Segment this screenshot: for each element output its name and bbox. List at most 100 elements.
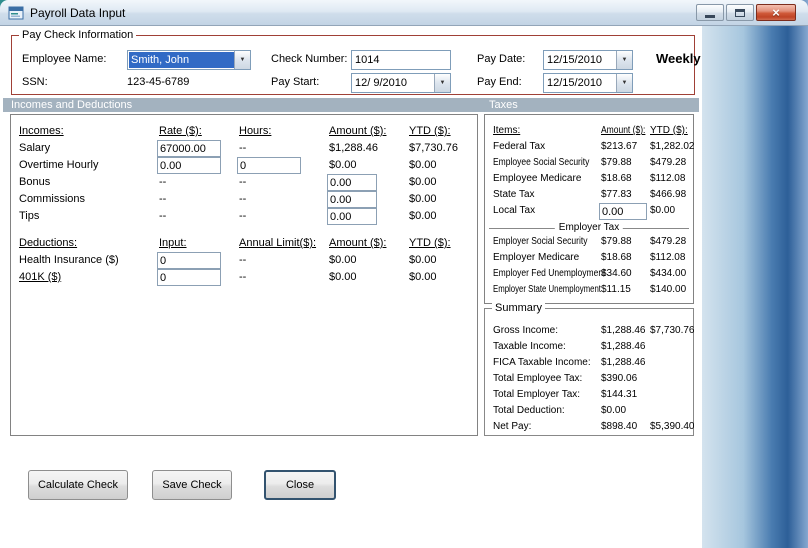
cell-amount: $0.00	[329, 159, 357, 171]
summary-legend: Summary	[492, 302, 546, 314]
form-client-area: Pay Check Information Employee Name: Smi…	[0, 26, 702, 548]
close-button[interactable]: ×	[756, 4, 796, 21]
close-dialog-button[interactable]: Close	[264, 470, 336, 500]
cell-amount: $0.00	[329, 254, 357, 266]
cell-ytd: $0.00	[409, 176, 437, 188]
employee-name-label: Employee Name:	[22, 53, 107, 65]
k401-input[interactable]	[157, 269, 221, 286]
cell-ytd: $0.00	[409, 254, 437, 266]
cell-amount: $77.83	[601, 189, 632, 200]
employer-tax-label: Employer Tax	[554, 222, 624, 233]
tax-row-label: Local Tax	[493, 205, 536, 216]
section-header-taxes: Taxes	[489, 99, 518, 111]
cell-amount: $0.00	[601, 405, 627, 416]
summary-row-label: Total Employer Tax:	[493, 389, 581, 400]
income-row-label: Commissions	[19, 193, 86, 205]
pay-end-datepicker[interactable]: 12/15/2010 ▼	[543, 73, 633, 93]
calculate-check-button[interactable]: Calculate Check	[28, 470, 128, 500]
pay-date-value: 12/15/2010	[547, 54, 603, 66]
cell-hours: --	[239, 142, 247, 154]
local-tax-input[interactable]	[599, 203, 647, 220]
cell-amount: $18.68	[601, 173, 632, 184]
incomes-deductions-panel: Incomes: Rate ($): Hours: Amount ($): YT…	[10, 114, 478, 436]
pay-date-datepicker[interactable]: 12/15/2010 ▼	[543, 50, 633, 70]
paycheck-info-legend: Pay Check Information	[19, 29, 137, 41]
summary-row-label: Total Deduction:	[493, 405, 565, 416]
tax-row-label: Employee Social Security	[493, 157, 590, 168]
cell-amount: $79.88	[601, 236, 632, 247]
dropdown-arrow-icon[interactable]: ▼	[434, 74, 450, 92]
summary-group: Summary Gross Income: $1,288.46 $7,730.7…	[484, 302, 695, 436]
col-header-ytd: YTD ($):	[650, 125, 688, 136]
cell-ytd: $466.98	[650, 189, 687, 200]
cell-amount: $898.40	[601, 421, 638, 432]
tax-row-label: Employer Medicare	[493, 252, 580, 263]
col-header-incomes: Incomes:	[19, 125, 64, 137]
pay-end-value: 12/15/2010	[547, 77, 603, 89]
tax-row-label: Employer Social Security	[493, 236, 588, 247]
cell-ytd: $7,730.76	[650, 325, 695, 336]
cell-amount: $0.00	[329, 271, 357, 283]
cell-amount: $213.67	[601, 141, 638, 152]
maximize-button[interactable]	[726, 4, 754, 21]
employee-name-value: Smith, John	[129, 52, 234, 68]
maximize-icon	[735, 8, 745, 17]
cell-ytd: $0.00	[409, 159, 437, 171]
dropdown-arrow-icon[interactable]: ▼	[616, 51, 632, 69]
col-header-amount: Amount ($):	[329, 237, 387, 249]
ssn-label: SSN:	[22, 76, 48, 88]
cell-ytd: $479.28	[650, 157, 687, 168]
income-row-label: Overtime Hourly	[19, 159, 99, 171]
cell-ytd: $7,730.76	[409, 142, 458, 154]
cell-amount: $34.60	[601, 268, 632, 279]
cell-limit: --	[239, 254, 247, 266]
pay-start-datepicker[interactable]: 12/ 9/2010 ▼	[351, 73, 451, 93]
cell-amount: $1,288.46	[601, 325, 646, 336]
summary-row-label: FICA Taxable Income:	[493, 357, 591, 368]
cell-ytd: $0.00	[409, 193, 437, 205]
col-header-hours: Hours:	[239, 125, 272, 137]
cell-amount: $1,288.46	[601, 341, 646, 352]
col-header-ytd: YTD ($):	[409, 125, 451, 137]
cell-ytd: $0.00	[409, 271, 437, 283]
salary-rate-input[interactable]	[157, 140, 221, 157]
window-title: Payroll Data Input	[30, 6, 126, 20]
app-icon	[8, 5, 24, 21]
dropdown-arrow-icon[interactable]: ▼	[616, 74, 632, 92]
titlebar[interactable]: Payroll Data Input ×	[0, 0, 808, 26]
cell-hours: --	[239, 210, 247, 222]
cell-amount: $18.68	[601, 252, 632, 263]
pay-end-label: Pay End:	[477, 76, 522, 88]
cell-ytd: $5,390.40	[650, 421, 695, 432]
section-header-bar: Incomes and Deductions Taxes	[3, 98, 699, 112]
tax-row-label: Employee Medicare	[493, 173, 582, 184]
overtime-rate-input[interactable]	[157, 157, 221, 174]
cell-rate: --	[159, 176, 167, 188]
cell-hours: --	[239, 193, 247, 205]
dropdown-arrow-icon[interactable]: ▼	[234, 51, 250, 69]
summary-row-label: Net Pay:	[493, 421, 532, 432]
cell-amount: $11.15	[601, 284, 631, 295]
cell-rate: --	[159, 210, 167, 222]
col-header-ytd: YTD ($):	[409, 237, 451, 249]
tips-amount-input[interactable]	[327, 208, 377, 225]
caption-buttons: ×	[696, 4, 796, 21]
employee-name-combobox[interactable]: Smith, John ▼	[127, 50, 251, 70]
section-header-incomes-deductions: Incomes and Deductions	[11, 99, 133, 111]
col-header-deductions: Deductions:	[19, 237, 78, 249]
check-number-label: Check Number:	[271, 53, 348, 65]
minimize-button[interactable]	[696, 4, 724, 21]
minimize-icon	[705, 15, 715, 18]
cell-ytd: $140.00	[650, 284, 687, 295]
cell-rate: --	[159, 193, 167, 205]
cell-ytd: $479.28	[650, 236, 687, 247]
commissions-amount-input[interactable]	[327, 191, 377, 208]
check-number-input[interactable]	[351, 50, 451, 70]
overtime-hours-input[interactable]	[237, 157, 301, 174]
health-insurance-input[interactable]	[157, 252, 221, 269]
save-check-button[interactable]: Save Check	[152, 470, 232, 500]
cell-amount: $390.06	[601, 373, 638, 384]
cell-amount: $79.88	[601, 157, 632, 168]
col-header-annual-limit: Annual Limit($):	[239, 237, 317, 249]
bonus-amount-input[interactable]	[327, 174, 377, 191]
